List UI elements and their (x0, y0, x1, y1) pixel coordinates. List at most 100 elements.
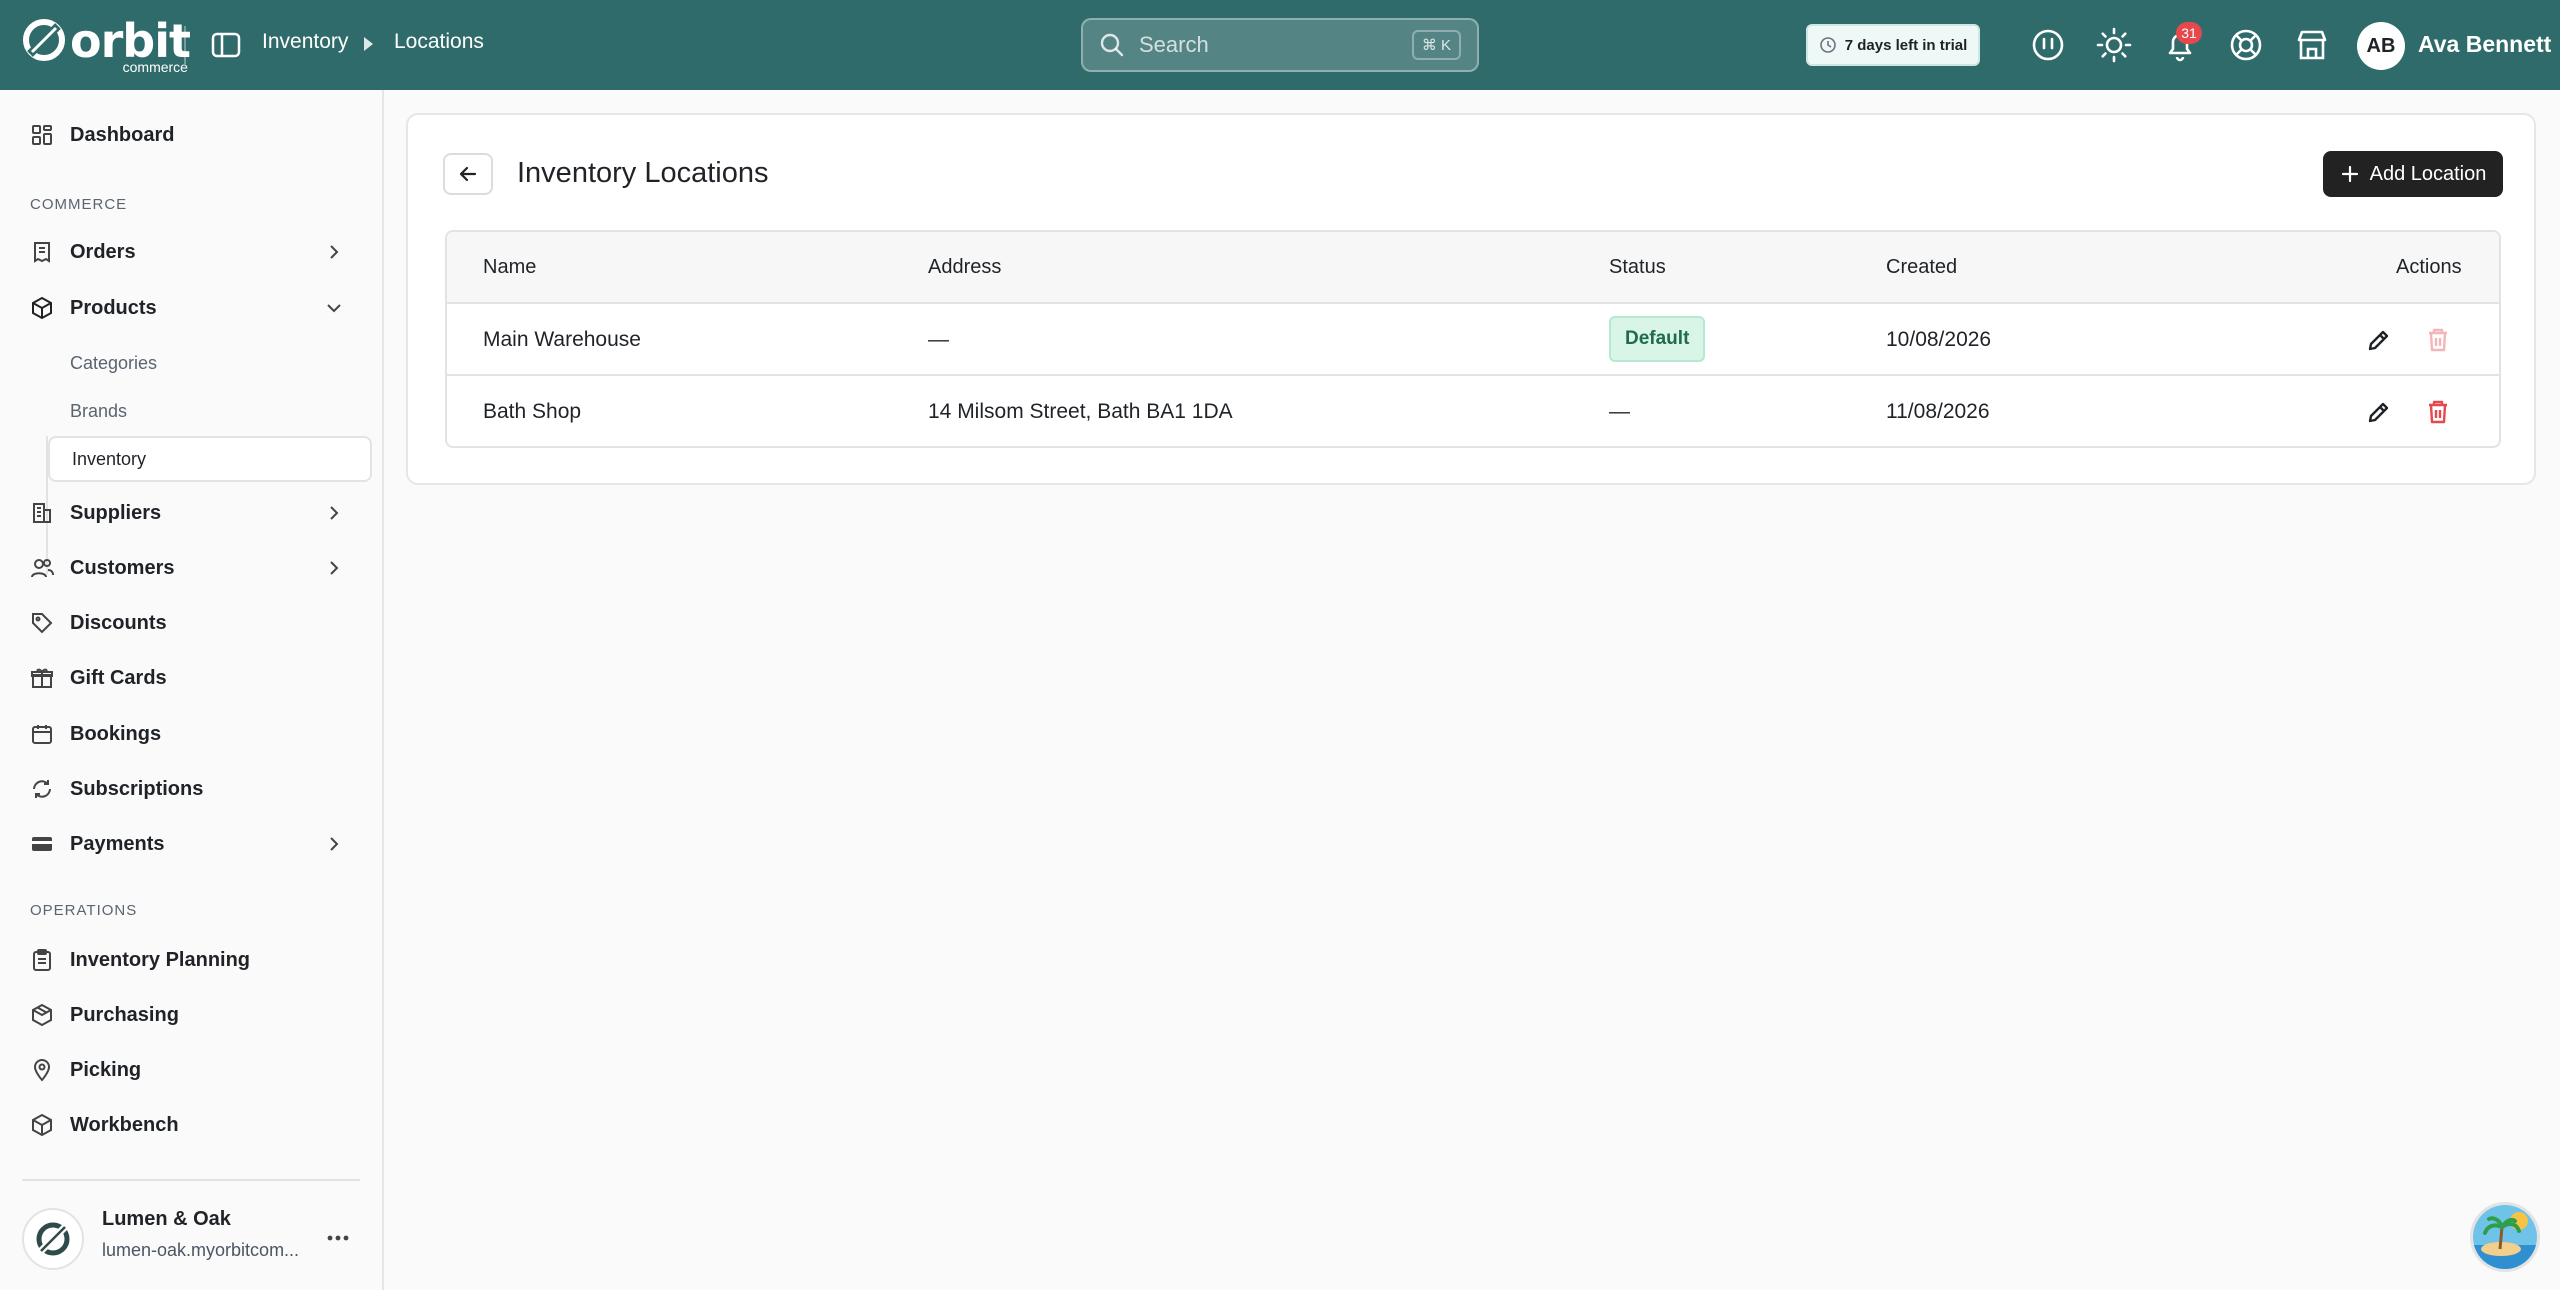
plus-icon (2341, 165, 2358, 183)
chevron-right-icon (330, 245, 339, 259)
help-lifebuoy-icon[interactable] (2227, 26, 2265, 64)
locations-table: Name Address Status Created Actions Main… (445, 230, 2501, 448)
sidebar-label-subscriptions: Subscriptions (70, 777, 204, 800)
sidebar-subitem-brands[interactable]: Brands (48, 388, 372, 434)
sidebar-item-workbench[interactable]: Workbench (30, 1103, 360, 1147)
sidebar-item-gift-cards[interactable]: Gift Cards (30, 656, 360, 700)
breadcrumb-locations: Locations (394, 30, 484, 53)
brand-logo[interactable]: orbit commerce (22, 18, 191, 74)
table-row[interactable]: Main Warehouse — Default 10/08/2026 (447, 304, 2499, 376)
chevron-right-icon (330, 837, 339, 851)
store-url: lumen-oak.myorbitcom... (102, 1240, 300, 1260)
column-header-status[interactable]: Status (1609, 256, 1666, 279)
location-created: 10/08/2026 (1886, 328, 1992, 351)
back-button[interactable] (443, 153, 493, 195)
column-header-address[interactable]: Address (928, 256, 1001, 279)
sidebar-toggle-icon[interactable] (210, 29, 242, 61)
sidebar-label-picking: Picking (70, 1058, 142, 1081)
map-pin-icon (33, 1059, 51, 1082)
sidebar-label-products: Products (70, 296, 157, 319)
sidebar-label-purchasing: Purchasing (70, 1003, 179, 1026)
notification-count-badge: 31 (2176, 22, 2202, 44)
orbit-logo-icon (23, 19, 65, 61)
sidebar-label-dashboard: Dashboard (70, 123, 175, 146)
user-name[interactable]: Ava Bennett (2418, 31, 2551, 58)
assistant-bubble[interactable] (2470, 1202, 2540, 1272)
breadcrumb-separator-icon (364, 37, 373, 51)
add-location-button[interactable]: Add Location (2323, 151, 2503, 197)
breadcrumb-inventory[interactable]: Inventory (262, 30, 348, 54)
credit-card-icon (32, 837, 52, 851)
store-avatar[interactable] (22, 1208, 84, 1270)
sidebar-item-discounts[interactable]: Discounts (30, 601, 360, 645)
sidebar-item-dashboard[interactable]: Dashboard (30, 113, 360, 157)
sidebar-label-gift-cards: Gift Cards (70, 666, 167, 689)
store-name: Lumen & Oak (102, 1208, 231, 1230)
sidebar-label-bookings: Bookings (70, 722, 162, 745)
edit-pencil-icon[interactable] (2365, 326, 2393, 354)
sidebar-label-discounts: Discounts (70, 611, 167, 634)
chevron-right-icon (330, 506, 339, 520)
sidebar-subitem-inventory[interactable]: Inventory (48, 436, 372, 482)
package-icon (32, 1003, 52, 1027)
calendar-icon (32, 725, 52, 744)
sidebar-item-orders[interactable]: Orders (30, 230, 360, 274)
sidebar-item-inventory-planning[interactable]: Inventory Planning (30, 938, 360, 982)
dashboard-icon (32, 125, 52, 145)
table-row[interactable]: Bath Shop 14 Milsom Street, Bath BA1 1DA… (447, 376, 2499, 446)
island-illustration-icon (2473, 1205, 2537, 1269)
feedback-icon[interactable] (2029, 26, 2067, 64)
sidebar-item-subscriptions[interactable]: Subscriptions (30, 767, 360, 811)
sun-theme-icon[interactable] (2095, 26, 2133, 64)
edit-pencil-icon[interactable] (2365, 398, 2393, 426)
search-shortcut: ⌘ K (1411, 30, 1461, 60)
gift-icon (31, 668, 53, 688)
location-name: Bath Shop (483, 400, 582, 423)
status-badge: Default (1609, 316, 1706, 362)
trial-badge[interactable]: 7 days left in trial (1806, 24, 1980, 66)
location-status: — (1609, 400, 1630, 423)
delete-trash-icon (2429, 328, 2447, 352)
section-label-commerce: COMMERCE (30, 196, 128, 213)
store-logo-icon (36, 1222, 70, 1256)
sidebar-item-picking[interactable]: Picking (30, 1048, 360, 1092)
clock-icon (1819, 37, 1836, 53)
cube-icon (32, 1113, 52, 1137)
location-address: — (928, 328, 949, 351)
sidebar-label-customers: Customers (70, 556, 175, 579)
table-header: Name Address Status Created Actions (447, 232, 2499, 304)
search-icon (1100, 33, 1124, 57)
top-bar: orbit commerce Inventory Locations Searc… (0, 0, 2560, 90)
users-icon (31, 559, 54, 578)
sidebar-item-purchasing[interactable]: Purchasing (30, 993, 360, 1037)
storefront-icon[interactable] (2293, 26, 2331, 64)
add-location-label: Add Location (2369, 162, 2487, 185)
chevron-down-icon (327, 304, 341, 313)
sidebar: Dashboard COMMERCE Orders Products Categ… (0, 90, 384, 1290)
delete-trash-icon[interactable] (2424, 398, 2452, 426)
refresh-icon (33, 780, 51, 798)
sidebar-item-suppliers[interactable]: Suppliers (30, 491, 360, 535)
search-placeholder: Search (1139, 32, 1209, 57)
user-avatar[interactable]: AB (2357, 22, 2405, 70)
column-header-name[interactable]: Name (483, 256, 536, 279)
page-title: Inventory Locations (517, 157, 769, 189)
sidebar-item-products[interactable]: Products (30, 286, 360, 330)
box-icon (32, 296, 52, 320)
sidebar-label-workbench: Workbench (70, 1113, 179, 1136)
column-header-created[interactable]: Created (1886, 256, 1957, 279)
sidebar-item-payments[interactable]: Payments (30, 822, 360, 866)
more-horizontal-icon[interactable] (324, 1224, 352, 1252)
sidebar-item-bookings[interactable]: Bookings (30, 712, 360, 756)
sidebar-divider (22, 1179, 360, 1181)
search-input[interactable]: Search ⌘ K (1081, 18, 1479, 72)
sidebar-item-customers[interactable]: Customers (30, 546, 360, 590)
tag-icon (32, 613, 53, 634)
location-created: 11/08/2026 (1886, 400, 1990, 423)
building-icon (33, 503, 51, 523)
sidebar-subitem-categories[interactable]: Categories (48, 340, 372, 386)
column-header-actions: Actions (2396, 256, 2462, 278)
location-address: 14 Milsom Street, Bath BA1 1DA (928, 400, 1233, 423)
trial-label: 7 days left in trial (1844, 36, 1968, 54)
topbar-divider (184, 26, 186, 64)
